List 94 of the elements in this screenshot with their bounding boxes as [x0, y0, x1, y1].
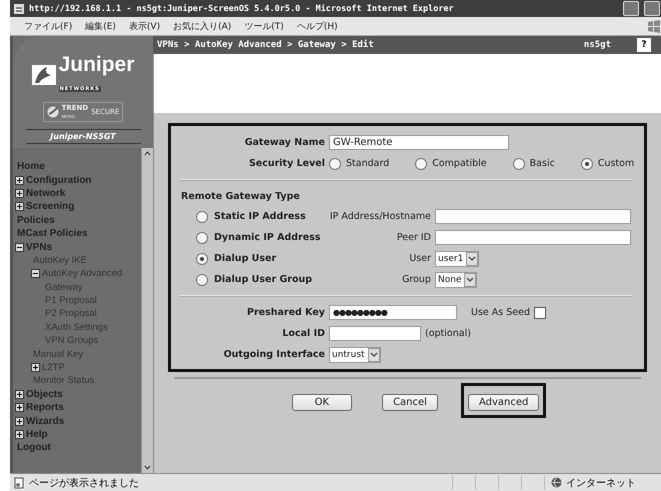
maximize-button[interactable] — [644, 1, 660, 16]
field-label: User — [408, 253, 431, 264]
radio-button[interactable] — [196, 252, 208, 264]
radio-button[interactable] — [415, 158, 428, 170]
nav-item[interactable]: Objects — [26, 388, 63, 400]
hint-text: (optional) — [425, 328, 471, 339]
expand-icon[interactable] — [15, 176, 24, 185]
nav-item[interactable]: L2TP — [42, 362, 65, 374]
windows-logo-icon — [647, 19, 661, 33]
page-icon — [13, 476, 25, 488]
scrollbar[interactable] — [141, 148, 153, 473]
menu-item[interactable]: 表示(V) — [128, 20, 160, 32]
nav-item[interactable]: Help — [26, 429, 48, 440]
minimize-button[interactable] — [623, 1, 639, 16]
device-label: ns5gt — [584, 40, 611, 50]
nav-item[interactable]: P2 Proposal — [45, 308, 97, 320]
radio-label: Standard — [346, 158, 390, 169]
radio-label: Dialup User — [214, 253, 276, 264]
field-label: Group — [401, 274, 431, 285]
field-label: Preshared Key — [246, 307, 325, 318]
radio-label: Custom — [598, 158, 634, 169]
dropdown[interactable]: user1 — [435, 250, 480, 266]
radio-button[interactable] — [580, 158, 593, 170]
checkbox[interactable] — [534, 306, 546, 318]
field-label: Local ID — [281, 328, 325, 339]
field-label: IP Address/Hostname — [328, 211, 431, 222]
nav-item[interactable]: AutoKey Advanced — [42, 268, 122, 280]
zone-label: インターネット — [566, 476, 636, 490]
nav-item[interactable]: VPNs — [26, 242, 52, 253]
radio-label: Basic — [530, 158, 555, 169]
radio-button[interactable] — [512, 158, 525, 170]
device-name: Juniper-NS5GT — [26, 129, 140, 144]
radio-button[interactable] — [329, 158, 341, 170]
nav-item[interactable]: Wizards — [26, 416, 64, 427]
dropdown[interactable]: untrust — [329, 346, 381, 362]
nav-item[interactable]: Home — [17, 161, 45, 172]
expand-icon[interactable] — [15, 416, 24, 426]
input-field[interactable] — [435, 209, 631, 224]
breadcrumb: VPNs > AutoKey Advanced > Gateway > Edit — [156, 40, 375, 50]
radio-label: Dynamic IP Address — [214, 232, 321, 243]
window-title: http://192.168.1.1 - ns5gt:Juniper-ScreenOS 5.4.0r5.0 - Microsoft Internet Explorer — [29, 4, 455, 14]
field-label: Security Level — [248, 158, 325, 169]
nav-item[interactable]: Reports — [26, 402, 64, 414]
field-label: Peer ID — [396, 232, 431, 243]
nav-item[interactable]: Screening — [26, 201, 74, 212]
nav-item[interactable]: Logout — [17, 442, 51, 454]
nav-item[interactable]: Manual Key — [33, 348, 84, 360]
password-field[interactable]: ●●●●●●●●● — [329, 305, 457, 320]
status-text: ページが表示されました — [29, 476, 140, 490]
expand-icon[interactable] — [15, 202, 24, 212]
nav-item[interactable]: Network — [26, 188, 66, 199]
help-button[interactable]: ? — [637, 38, 651, 52]
radio-button[interactable] — [196, 232, 208, 244]
globe-icon — [551, 477, 562, 488]
menu-item[interactable]: ファイル(F) — [24, 20, 72, 32]
nav-item[interactable]: Monitor Status — [33, 375, 94, 386]
nav-item[interactable]: VPN Groups — [45, 335, 98, 346]
menu-item[interactable]: お気に入り(A) — [173, 20, 232, 32]
radio-button[interactable] — [196, 274, 208, 286]
form-button[interactable]: OK — [292, 394, 352, 411]
checkbox-label: Use As Seed — [471, 307, 530, 318]
leaf-logo-icon — [32, 63, 56, 85]
collapse-icon[interactable] — [31, 269, 40, 278]
field-label: Gateway Name — [244, 137, 325, 148]
gateway-name-field[interactable]: GW-Remote — [329, 135, 509, 150]
expand-icon[interactable] — [31, 363, 40, 372]
menu-item[interactable]: 編集(E) — [85, 20, 116, 32]
input-field[interactable] — [329, 326, 421, 341]
form-button[interactable]: Cancel — [382, 394, 438, 411]
radio-label: Dialup User Group — [214, 274, 312, 285]
expand-icon[interactable] — [15, 403, 24, 412]
browser-icon — [13, 2, 25, 14]
menu-item[interactable]: ヘルプ(H) — [296, 20, 338, 32]
nav-item[interactable]: Configuration — [26, 174, 92, 186]
nav-item[interactable]: P1 Proposal — [45, 295, 97, 306]
brand-logo: Juniper — [58, 54, 134, 75]
field-label: Outgoing Interface — [222, 349, 325, 360]
nav-item[interactable]: Policies — [17, 214, 55, 226]
nav-item[interactable]: XAuth Settings — [45, 322, 108, 333]
radio-label: Compatible — [432, 158, 487, 169]
nav-item[interactable]: Gateway — [45, 282, 82, 293]
nav-item[interactable]: AutoKey IKE — [33, 254, 87, 266]
section-title: Remote Gateway Type — [180, 190, 301, 204]
radio-label: Static IP Address — [214, 211, 306, 222]
collapse-icon[interactable] — [15, 242, 24, 252]
radio-button[interactable] — [196, 210, 208, 222]
expand-icon[interactable] — [15, 188, 24, 198]
form-button[interactable]: Advanced — [468, 394, 540, 411]
expand-icon[interactable] — [15, 390, 24, 399]
nav-item[interactable]: MCast Policies — [17, 228, 88, 240]
dropdown[interactable]: None — [435, 272, 478, 288]
menu-item[interactable]: ツール(T) — [244, 20, 284, 32]
expand-icon[interactable] — [15, 430, 24, 439]
input-field[interactable] — [435, 230, 631, 245]
